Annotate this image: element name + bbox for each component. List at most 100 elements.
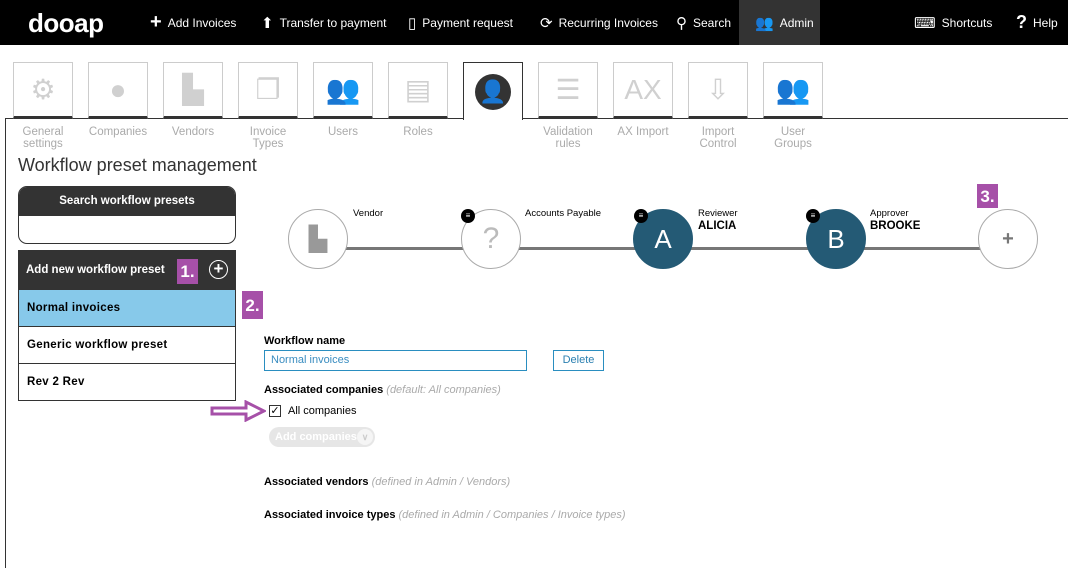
globe-icon: ●	[109, 73, 127, 105]
tab-import-control[interactable]: ⇩	[688, 62, 748, 119]
tab-user-groups[interactable]: 👥	[763, 62, 823, 119]
step-label: Reviewer ALICIA	[698, 208, 738, 232]
tab-label[interactable]: Companies	[88, 126, 148, 138]
tab-invoice-types[interactable]: ❐	[238, 62, 298, 119]
step-role: Accounts Payable	[525, 208, 602, 219]
add-preset-button[interactable]: Add new workflow preset 1. +	[19, 251, 235, 289]
label-text: Associated invoice types	[264, 509, 396, 521]
tab-label[interactable]: Users	[313, 126, 373, 138]
users-icon: 👥	[325, 74, 361, 105]
step-role: Approver	[870, 208, 909, 219]
tab-label[interactable]: General settings	[13, 126, 73, 150]
search-icon: ⚲	[676, 14, 687, 32]
tab-label[interactable]: Import Control	[688, 126, 748, 150]
step-role: Vendor	[353, 208, 384, 219]
tab-roles[interactable]: ▤	[388, 62, 448, 119]
step-label: Approver BROOKE	[870, 208, 920, 232]
plus-circle-icon[interactable]: +	[209, 260, 228, 279]
tab-workflow[interactable]: 👤	[463, 62, 523, 120]
logo[interactable]: dooap	[28, 8, 104, 39]
menu-icon[interactable]: ≡	[806, 209, 820, 223]
keyboard-icon: ⌨	[914, 14, 936, 32]
annotation-badge-2: 2.	[242, 291, 263, 319]
tab-ax-import[interactable]: AX	[613, 62, 673, 119]
nav-help[interactable]: ? Help	[1008, 0, 1066, 45]
annotation-badge-3: 3.	[977, 184, 998, 208]
tab-general-settings[interactable]: ⚙	[13, 62, 73, 119]
step-vendor-node[interactable]: ▙	[288, 209, 348, 269]
list-item[interactable]: Rev 2 Rev	[19, 363, 235, 400]
add-companies-dropdown[interactable]: Add companies ∨	[269, 427, 375, 447]
top-navbar: dooap + Add Invoices ⬆ Transfer to payment…	[0, 0, 1068, 45]
gears-icon: ⚙	[30, 74, 56, 105]
nav-add-invoices[interactable]: + Add Invoices	[142, 0, 244, 45]
question-icon: ?	[1016, 12, 1027, 32]
nav-shortcuts[interactable]: ⌨ Shortcuts	[906, 0, 1000, 45]
workflow-name-input[interactable]: Normal invoices	[264, 350, 527, 371]
document-icon: ▯	[408, 14, 417, 32]
label-text: Associated vendors	[264, 476, 369, 488]
menu-icon[interactable]: ≡	[461, 209, 475, 223]
nav-label: Help	[1033, 15, 1058, 30]
step-role: Reviewer	[698, 208, 738, 219]
factory-icon: ▙	[308, 225, 328, 253]
nav-transfer-to-payment[interactable]: ⬆ Transfer to payment	[253, 0, 395, 45]
upload-folder-icon: ⬆	[261, 14, 274, 32]
label-text: Associated companies	[264, 384, 384, 396]
chevron-down-icon: ∨	[357, 429, 373, 445]
nav-label: Payment request	[422, 15, 513, 30]
tab-label[interactable]: AX Import	[613, 126, 673, 138]
add-preset-label: Add new workflow preset	[26, 264, 165, 276]
user-group-icon: 👥	[775, 74, 811, 105]
step-label: Accounts Payable	[525, 208, 601, 220]
associated-invoice-types-label: Associated invoice types (defined in Adm…	[264, 509, 626, 521]
menu-icon[interactable]: ≡	[634, 209, 648, 223]
step-assignee: BROOKE	[870, 220, 921, 232]
tab-users[interactable]: 👥	[313, 62, 373, 119]
list-item[interactable]: Normal invoices	[19, 289, 235, 326]
nav-label: Add Invoices	[167, 15, 237, 30]
hint-text: (defined in Admin / Vendors)	[371, 476, 511, 488]
page-title: Workflow preset management	[18, 155, 257, 175]
tab-label[interactable]: Roles	[388, 126, 448, 138]
delete-button[interactable]: Delete	[553, 350, 604, 371]
list-item[interactable]: Generic workflow preset	[19, 326, 235, 363]
workflow-name-label: Workflow name	[264, 335, 346, 347]
add-companies-label: Add companies	[275, 431, 357, 443]
tab-label[interactable]: Vendors	[163, 126, 223, 138]
checklist-icon: ☰	[555, 74, 581, 105]
nav-label: Recurring Invoices	[558, 15, 658, 30]
factory-icon: ▙	[182, 74, 204, 105]
nav-payment-request[interactable]: ▯ Payment request	[400, 0, 521, 45]
all-companies-label: All companies	[288, 405, 357, 417]
annotation-arrow-icon	[210, 400, 266, 422]
all-companies-checkbox[interactable]: ✓	[269, 405, 281, 417]
tab-companies[interactable]: ●	[88, 62, 148, 119]
associated-vendors-label: Associated vendors (defined in Admin / V…	[264, 476, 510, 488]
recurring-calendar-icon: ⟳	[540, 14, 553, 32]
tab-label[interactable]: User Groups	[763, 126, 823, 150]
users-icon: 👥	[755, 14, 774, 32]
step-label: Vendor	[353, 208, 383, 220]
nav-search[interactable]: ⚲ Search	[668, 0, 739, 45]
nav-label: Shortcuts	[941, 15, 993, 30]
search-presets-box: Search workflow presets	[18, 186, 236, 244]
add-step-button[interactable]: +	[978, 209, 1038, 269]
tab-validation-rules[interactable]: ☰	[538, 62, 598, 119]
step-assignee: ALICIA	[698, 220, 737, 232]
import-icon: ⇩	[706, 74, 730, 105]
tab-label[interactable]: Validation rules	[538, 126, 598, 150]
ax-icon: AX	[624, 73, 662, 105]
search-presets-header: Search workflow presets	[19, 187, 235, 216]
search-presets-input[interactable]	[19, 216, 235, 243]
documents-icon: ❐	[255, 74, 281, 105]
nav-label: Search	[693, 15, 732, 30]
workflow-user-icon: 👤	[475, 73, 511, 110]
tab-label[interactable]: Invoice Types	[238, 126, 298, 150]
preset-list: Add new workflow preset 1. + Normal invo…	[18, 250, 236, 401]
tab-vendors[interactable]: ▙	[163, 62, 223, 119]
plus-icon: +	[150, 11, 162, 33]
hint-text: (default: All companies)	[386, 384, 501, 396]
nav-admin[interactable]: 👥 Admin	[739, 0, 820, 45]
nav-recurring-invoices[interactable]: ⟳ Recurring Invoices	[532, 0, 666, 45]
